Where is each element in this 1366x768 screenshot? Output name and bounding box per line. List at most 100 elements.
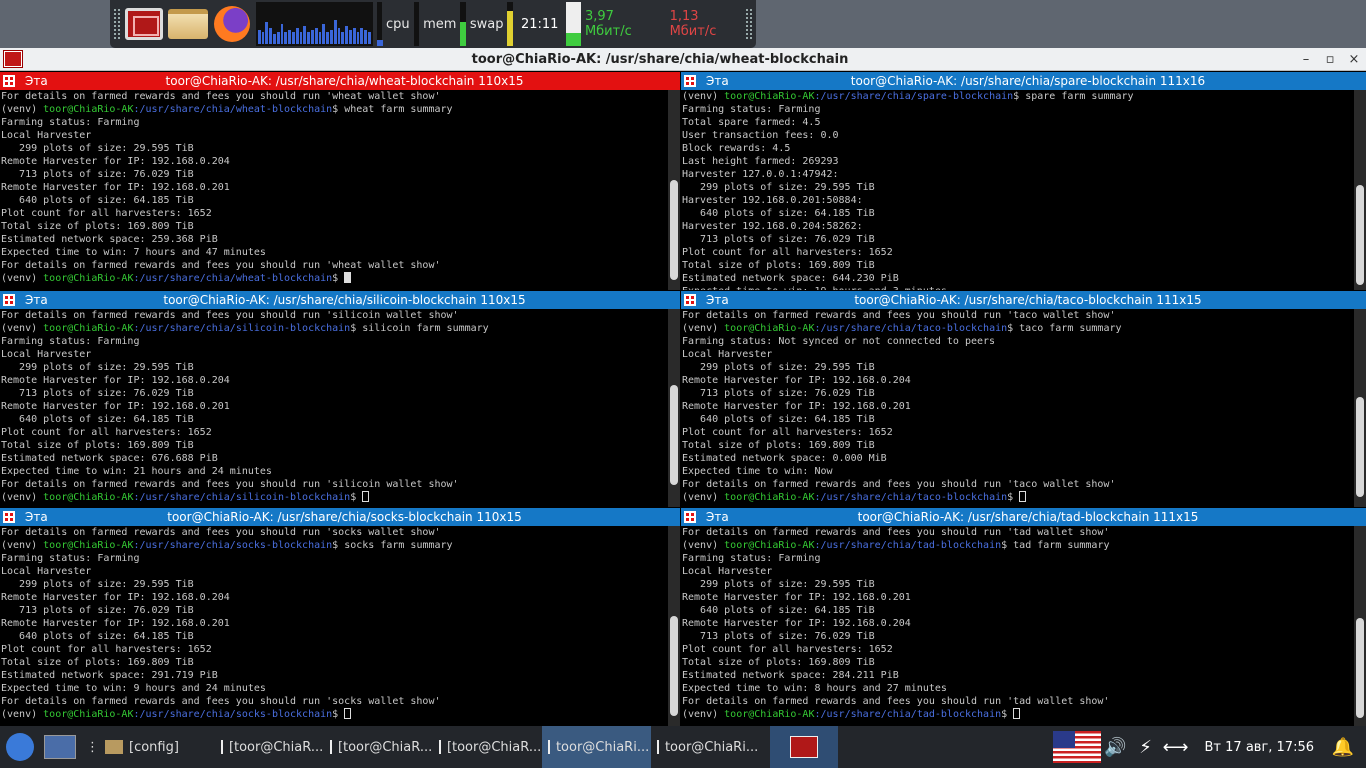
maximize-button[interactable]: ▫ [1318,52,1342,67]
output-text: 640 plots of size: 64.185 TiB [682,605,875,616]
terminal-line: Block rewards: 4.5 [682,142,1366,155]
terminal-pane[interactable]: Эта toor@ChiaRio-AK: /usr/share/chia/sili… [0,291,680,507]
terminal-pane[interactable]: Эта toor@ChiaRio-AK: /usr/share/chia/spar… [681,72,1366,290]
network-graph [566,2,581,46]
output-text: 713 plots of size: 76.029 TiB [682,388,875,399]
pane-scrollbar[interactable] [1354,309,1366,507]
start-menu-button[interactable] [0,729,40,765]
panel-grip-right[interactable] [746,9,752,39]
task-file-manager[interactable]: ⋮ [config] [80,726,185,768]
task-terminal[interactable]: [toor@ChiaR... [433,726,542,768]
pane-header[interactable]: Эта toor@ChiaRio-AK: /usr/share/chia/sili… [0,291,680,309]
terminal-output[interactable]: For details on farmed rewards and fees y… [681,526,1366,721]
terminal-line: 299 plots of size: 29.595 TiB [1,361,680,374]
pane-scrollbar[interactable] [1354,526,1366,726]
output-text: 640 plots of size: 64.185 TiB [682,208,875,219]
panel-clock[interactable]: 21:11 [517,17,562,32]
split-icon[interactable] [3,294,15,306]
output-text: Remote Harvester for IP: 192.168.0.204 [682,618,911,629]
split-icon[interactable] [684,511,696,523]
terminal-line: Local Harvester [1,129,680,142]
panel-grip[interactable] [114,9,120,39]
output-text: For details on farmed rewards and fees y… [1,479,459,490]
scrollbar-thumb[interactable] [1356,618,1364,718]
top-panel: cpu mem swap 21:11 3,97 Мбит/с 1,13 Мбит… [110,0,756,48]
terminal-output[interactable]: For details on farmed rewards and fees y… [0,90,680,285]
us-flag-icon[interactable] [1052,731,1101,763]
window-titlebar[interactable]: toor@ChiaRio-AK: /usr/share/chia/wheat-b… [0,48,1366,71]
terminal-output[interactable]: (venv) toor@ChiaRio-AK:/usr/share/chia/s… [681,90,1366,290]
network-icon[interactable]: ⟷ [1161,737,1191,758]
taskbar-clock[interactable]: Вт 17 авг, 17:56 [1191,740,1328,755]
scrollbar-thumb[interactable] [1356,185,1364,285]
terminal-line: 713 plots of size: 76.029 TiB [1,387,680,400]
prompt-command: $ taco farm summary [1007,323,1122,334]
pane-header[interactable]: Эта toor@ChiaRio-AK: /usr/share/chia/whea… [0,72,680,90]
pane-scrollbar[interactable] [668,309,680,507]
pane-scrollbar[interactable] [1354,90,1366,290]
pane-scrollbar[interactable] [668,90,680,290]
pane-header[interactable]: Эта toor@ChiaRio-AK: /usr/share/chia/sock… [0,508,680,526]
terminal-launcher[interactable] [124,4,164,44]
task-terminal[interactable]: [toor@ChiaR... [324,726,433,768]
venv-prefix: (venv) [1,540,44,551]
file-manager-launcher[interactable] [167,4,208,44]
split-icon[interactable] [3,511,15,523]
split-icon[interactable] [3,75,15,87]
scrollbar-thumb[interactable] [670,385,678,485]
firefox-launcher[interactable] [212,4,252,44]
cpu-history-bar [360,28,364,44]
terminal-output[interactable]: For details on farmed rewards and fees y… [681,309,1366,504]
task-terminal[interactable]: [toor@ChiaR... [215,726,324,768]
scrollbar-thumb[interactable] [1356,397,1364,497]
pane-scrollbar[interactable] [668,526,680,726]
volume-icon[interactable]: 🔊 [1101,737,1131,758]
task-terminal[interactable]: toor@ChiaRi... [541,726,651,768]
terminal-pane[interactable]: Эта toor@ChiaRio-AK: /usr/share/chia/sock… [0,508,680,726]
pane-header[interactable]: Эта toor@ChiaRio-AK: /usr/share/chia/taco… [681,291,1366,309]
output-text: For details on farmed rewards and fees y… [1,91,441,102]
notification-bell-icon[interactable]: 🔔 [1328,737,1358,758]
output-text: Expected time to win: 7 hours and 47 min… [1,247,266,258]
terminal-line: For details on farmed rewards and fees y… [1,259,680,272]
terminal-line: (venv) toor@ChiaRio-AK:/usr/share/chia/t… [682,491,1366,504]
terminal-line: Farming status: Farming [682,103,1366,116]
output-text: For details on farmed rewards and fees y… [1,260,441,271]
split-icon[interactable] [684,75,696,87]
pane-header[interactable]: Эта toor@ChiaRio-AK: /usr/share/chia/tad-… [681,508,1366,526]
terminal-line: (venv) toor@ChiaRio-AK:/usr/share/chia/s… [1,708,680,721]
venv-prefix: (venv) [1,492,44,503]
close-button[interactable]: × [1342,52,1366,67]
terminal-output[interactable]: For details on farmed rewards and fees y… [0,526,680,721]
venv-prefix: (venv) [682,91,725,102]
scrollbar-thumb[interactable] [670,180,678,280]
terminal-line: Total size of plots: 169.809 TiB [682,656,1366,669]
terminal-line: For details on farmed rewards and fees y… [1,309,680,322]
terminal-pane[interactable]: Эта toor@ChiaRio-AK: /usr/share/chia/tad-… [681,508,1366,726]
scrollbar-thumb[interactable] [670,616,678,716]
terminal-line: For details on farmed rewards and fees y… [1,526,680,539]
terminal-app-icon[interactable] [3,50,23,68]
prompt-path: :/usr/share/chia/silicoin-blockchain [133,323,351,334]
prompt-command: $ tad farm summary [1001,540,1110,551]
prompt-path: :/usr/share/chia/taco-blockchain [814,323,1008,334]
show-desktop-button[interactable] [44,735,76,759]
terminal-pane[interactable]: Эта toor@ChiaRio-AK: /usr/share/chia/whea… [0,72,680,290]
output-text: 299 plots of size: 29.595 TiB [682,579,875,590]
terminal-line: Farming status: Not synced or not connec… [682,335,1366,348]
pane-header[interactable]: Эта toor@ChiaRio-AK: /usr/share/chia/spar… [681,72,1366,90]
output-text: 299 plots of size: 29.595 TiB [682,362,875,373]
cpu-history-bar [356,32,360,44]
terminal-pane[interactable]: Эта toor@ChiaRio-AK: /usr/share/chia/taco… [681,291,1366,507]
power-icon[interactable]: ⚡ [1131,737,1161,758]
terminal-line: Farming status: Farming [1,552,680,565]
terminal-line: For details on farmed rewards and fees y… [1,478,680,491]
task-terminal[interactable]: toor@ChiaRi... [651,726,760,768]
minimize-button[interactable]: – [1294,52,1318,67]
terminal-task-launcher[interactable] [769,726,838,768]
terminal-line: Expected time to win: 7 hours and 47 min… [1,246,680,259]
output-text: Estimated network space: 0.000 MiB [682,453,887,464]
prompt-user: toor@ChiaRio-AK [724,709,815,720]
split-icon[interactable] [684,294,696,306]
terminal-output[interactable]: For details on farmed rewards and fees y… [0,309,680,504]
